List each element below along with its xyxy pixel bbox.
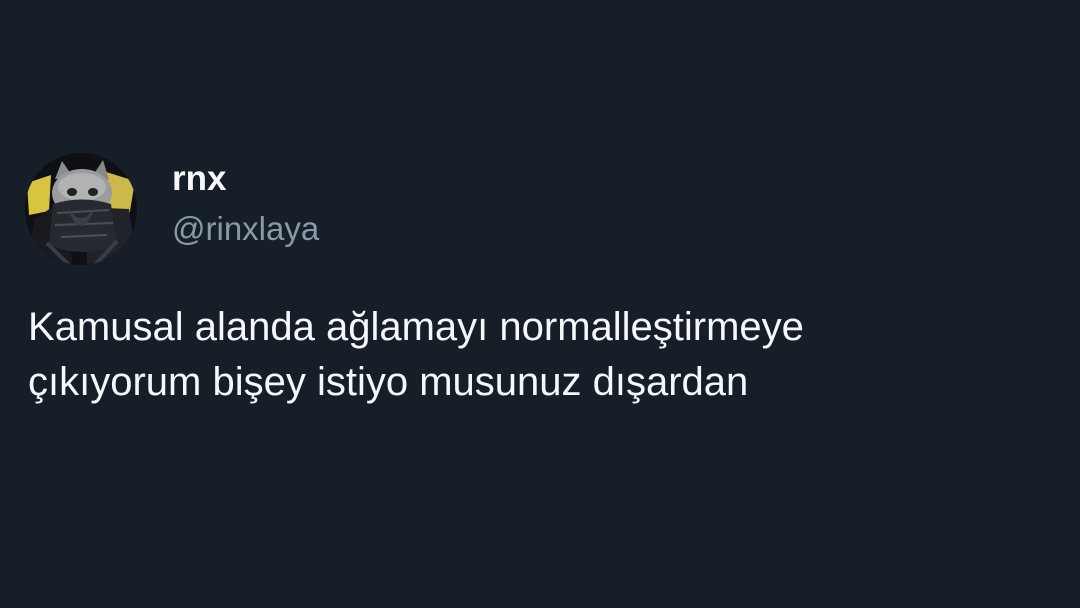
profile-avatar[interactable] xyxy=(25,153,137,265)
tweet-text-line: çıkıyorum bişey istiyo musunuz dışardan xyxy=(28,360,749,404)
tweet-text-line: Kamusal alanda ağlamayı normalleştirmeye xyxy=(28,305,804,349)
author-handle[interactable]: @rinxlaya xyxy=(172,207,319,251)
author-display-name[interactable]: rnx xyxy=(172,157,226,201)
tweet-card: rnx @rinxlaya Kamusal alanda ağlamayı no… xyxy=(0,0,1080,608)
tweet-text: Kamusal alanda ağlamayı normalleştirmeye… xyxy=(28,300,1068,410)
masked-cat-avatar-icon xyxy=(25,153,137,265)
